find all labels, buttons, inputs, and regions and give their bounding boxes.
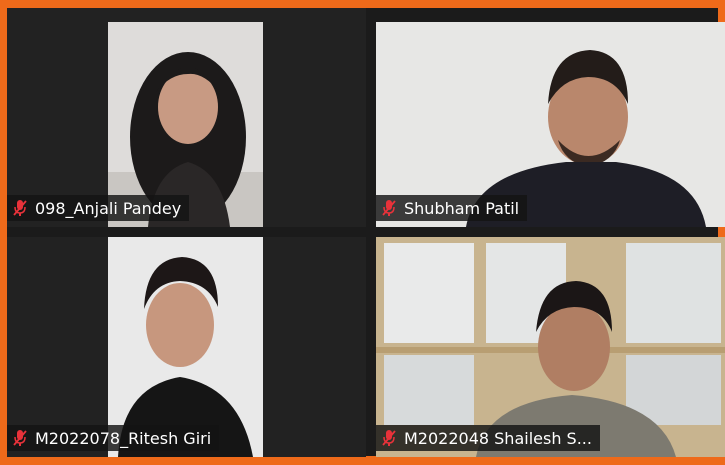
- participant-name-bar-1: 098_Anjali Pandey: [7, 195, 190, 221]
- participant-name: M2022048 Shailesh S...: [404, 428, 592, 448]
- participant-name: M2022078_Ritesh Giri: [35, 428, 212, 448]
- participant-tile-4[interactable]: M2022048 Shailesh S...: [376, 237, 725, 457]
- mic-muted-icon: [13, 429, 27, 447]
- participant-name-bar-4: M2022048 Shailesh S...: [376, 425, 600, 451]
- participant-tile-1[interactable]: 098_Anjali Pandey: [7, 8, 366, 227]
- participant-name: 098_Anjali Pandey: [35, 198, 182, 218]
- meeting-gallery-view: 098_Anjali Pandey Shubham Patil M2022078…: [0, 0, 725, 465]
- mic-muted-icon: [382, 199, 396, 217]
- mic-muted-icon: [382, 429, 396, 447]
- participant-name-bar-2: Shubham Patil: [376, 195, 528, 221]
- participant-tile-2[interactable]: Shubham Patil: [376, 22, 725, 227]
- participant-video-3: [108, 237, 263, 457]
- participant-name: Shubham Patil: [404, 198, 520, 218]
- participant-tile-3[interactable]: M2022078_Ritesh Giri: [7, 237, 366, 457]
- participant-name-bar-3: M2022078_Ritesh Giri: [7, 425, 220, 451]
- participant-video-4: [376, 237, 725, 457]
- mic-muted-icon: [13, 199, 27, 217]
